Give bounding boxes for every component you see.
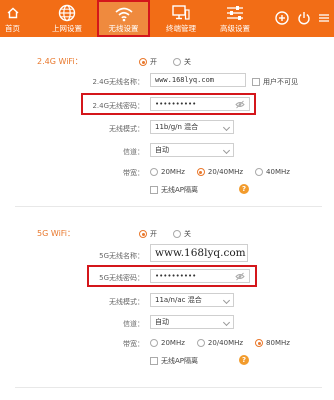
wifi-5g-off-option[interactable]: 关 (173, 229, 191, 239)
nav-wireless-settings[interactable]: 无线设置 (97, 0, 150, 37)
ap-isolation-5g-checkbox[interactable]: 无线AP隔离 (150, 356, 198, 366)
ap-isolation-5g-label: 无线AP隔离 (161, 357, 199, 365)
monitor-icon (159, 4, 203, 22)
mode-24g-value: 11b/g/n 混合 (155, 123, 199, 131)
bw-24g-2040[interactable]: 20/40MHz (196, 168, 244, 176)
bandwidth-24g-options: 20MHz 20/40MHz 40MHz (150, 168, 290, 176)
password-24g-highlight (81, 93, 256, 115)
bw-5g-2040-label: 20/40MHz (207, 339, 244, 347)
checkbox-icon (252, 78, 260, 86)
password-5g-highlight (87, 265, 257, 287)
chevron-down-icon (222, 123, 231, 132)
bandwidth-24g-label: 带宽： (123, 169, 144, 177)
wifi-icon (99, 5, 148, 23)
ssid-24g-label: 2.4G无线名称： (92, 78, 144, 86)
bandwidth-5g-label: 带宽： (123, 340, 144, 348)
checkbox-icon (150, 186, 158, 194)
globe-icon (44, 4, 90, 22)
ssid-24g-hide-label: 用户不可见 (263, 78, 298, 86)
mode-5g-value: 11a/n/ac 混合 (155, 296, 202, 304)
bw-24g-20-label: 20MHz (161, 168, 185, 176)
bw-5g-2040[interactable]: 20/40MHz (196, 339, 244, 347)
mode-5g-select[interactable]: 11a/n/ac 混合 (150, 293, 234, 307)
wifi-24g-panel: 2.4G WiFi： 开 关 2.4G无线名称： www.168lyq.com … (15, 37, 322, 207)
wifi-5g-switch: 开 关 (139, 229, 191, 239)
radio-on-icon (255, 339, 264, 347)
chevron-down-icon (222, 318, 231, 327)
nav-home-label: 首页 (5, 24, 20, 33)
nav-advanced-label: 高级设置 (220, 24, 250, 33)
mode-5g-label: 无线模式： (109, 298, 144, 306)
power-icon[interactable] (296, 10, 312, 26)
wifi-5g-off-label: 关 (184, 230, 191, 238)
mode-24g-label: 无线模式： (109, 125, 144, 133)
nav-internet-settings[interactable]: 上网设置 (44, 0, 90, 37)
bw-24g-40-label: 40MHz (266, 168, 290, 176)
ssid-24g-input[interactable]: www.168lyq.com (150, 73, 246, 87)
help-icon[interactable]: ? (239, 184, 249, 194)
ssid-24g-hide-checkbox[interactable]: 用户不可见 (252, 77, 298, 87)
ssid-5g-label: 5G无线名称： (99, 252, 144, 260)
chevron-down-icon (222, 296, 231, 305)
bw-5g-80-label: 80MHz (266, 339, 290, 347)
home-icon (0, 4, 25, 22)
mode-24g-select[interactable]: 11b/g/n 混合 (150, 120, 234, 134)
menu-icon[interactable] (316, 10, 332, 26)
ssid-5g-input[interactable]: www.168lyq.com (150, 244, 248, 262)
nav-home[interactable]: 首页 (0, 0, 25, 37)
wifi-24g-title: 2.4G WiFi： (37, 57, 83, 66)
wifi-24g-switch: 开 关 (139, 57, 191, 67)
wifi-24g-on-label: 开 (150, 58, 157, 66)
radio-off-icon (150, 168, 158, 176)
radio-off-icon (255, 168, 264, 176)
chevron-down-icon (222, 146, 231, 155)
bw-5g-80[interactable]: 80MHz (255, 339, 290, 347)
ap-isolation-24g-label: 无线AP隔离 (161, 186, 199, 194)
wifi-5g-on-label: 开 (150, 230, 157, 238)
add-circle-icon[interactable] (274, 10, 290, 26)
ap-isolation-24g-checkbox[interactable]: 无线AP隔离 (150, 185, 198, 195)
wifi-5g-on-option[interactable]: 开 (139, 229, 157, 239)
wifi-5g-panel: 5G WiFi： 开 关 5G无线名称： www.168lyq.com 5G无线… (15, 212, 322, 388)
nav-internet-label: 上网设置 (52, 24, 82, 33)
radio-off-icon (173, 230, 181, 238)
bw-24g-40[interactable]: 40MHz (255, 168, 290, 176)
nav-wireless-label: 无线设置 (108, 24, 139, 33)
bw-5g-20-label: 20MHz (161, 339, 185, 347)
bandwidth-5g-options: 20MHz 20/40MHz 80MHz (150, 339, 290, 347)
bw-24g-2040-label: 20/40MHz (207, 168, 244, 176)
radio-on-icon (139, 58, 147, 66)
radio-off-icon (173, 58, 181, 66)
radio-on-icon (139, 230, 147, 238)
wifi-24g-off-option[interactable]: 关 (173, 57, 191, 67)
channel-5g-label: 信道： (123, 320, 144, 328)
radio-off-icon (196, 339, 205, 347)
radio-off-icon (150, 339, 158, 347)
channel-24g-select[interactable]: 自动 (150, 143, 234, 157)
wifi-24g-on-option[interactable]: 开 (139, 57, 157, 67)
sliders-icon (213, 4, 257, 22)
nav-terminal-management[interactable]: 终端管理 (159, 0, 203, 37)
channel-5g-value: 自动 (155, 318, 169, 326)
wifi-5g-title: 5G WiFi： (37, 229, 76, 238)
channel-24g-value: 自动 (155, 146, 169, 154)
channel-24g-label: 信道： (123, 148, 144, 156)
nav-advanced-settings[interactable]: 高级设置 (213, 0, 257, 37)
top-navigation-bar: 首页 上网设置 无线设置 终端管理 高级设置 (0, 0, 334, 37)
bw-5g-20[interactable]: 20MHz (150, 339, 185, 347)
radio-on-icon (196, 168, 205, 176)
bw-24g-20[interactable]: 20MHz (150, 168, 185, 176)
nav-terminal-label: 终端管理 (166, 24, 196, 33)
help-icon[interactable]: ? (239, 355, 249, 365)
channel-5g-select[interactable]: 自动 (150, 315, 234, 329)
wifi-24g-off-label: 关 (184, 58, 191, 66)
checkbox-icon (150, 357, 158, 365)
